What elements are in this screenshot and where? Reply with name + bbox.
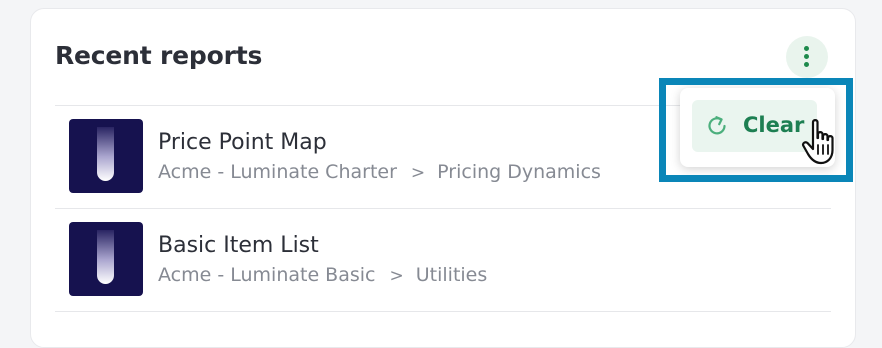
- breadcrumb-target: Utilities: [415, 264, 488, 286]
- thumbnail-glow: [97, 127, 114, 181]
- report-breadcrumb: Acme - Luminate Basic > Utilities: [158, 264, 487, 286]
- report-breadcrumb: Acme - Luminate Charter > Pricing Dynamics: [158, 161, 601, 183]
- hand-pointer-icon: [802, 119, 834, 165]
- breadcrumb-target: Pricing Dynamics: [437, 161, 601, 183]
- chevron-right-icon: >: [410, 163, 426, 183]
- kebab-dot: [804, 54, 809, 59]
- divider: [55, 311, 831, 312]
- report-thumbnail-icon: [69, 119, 143, 193]
- chevron-right-icon: >: [389, 266, 404, 286]
- report-title[interactable]: Basic Item List: [158, 233, 319, 258]
- kebab-dot: [804, 46, 809, 51]
- breadcrumb-source: Acme - Luminate Basic: [158, 264, 376, 286]
- more-options-button[interactable]: [786, 36, 828, 78]
- report-row[interactable]: Basic Item List Acme - Luminate Basic > Ut…: [55, 209, 831, 309]
- report-thumbnail-icon: [69, 222, 143, 296]
- card-title: Recent reports: [55, 41, 263, 70]
- thumbnail-glow: [97, 230, 114, 284]
- breadcrumb-source: Acme - Luminate Charter: [158, 161, 397, 183]
- report-title[interactable]: Price Point Map: [158, 130, 327, 155]
- kebab-dot: [804, 62, 809, 67]
